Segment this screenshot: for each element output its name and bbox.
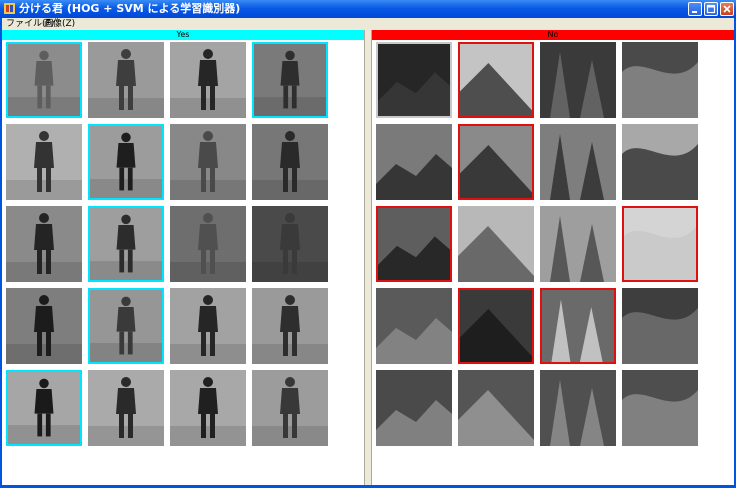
yes-thumbnail[interactable] [252,206,328,282]
yes-thumbnail[interactable] [252,370,328,446]
pedestrian-image [170,288,246,364]
pedestrian-image [170,206,246,282]
background-image [540,370,616,446]
no-thumbnail[interactable] [622,124,698,200]
no-thumbnail[interactable] [458,42,534,118]
no-thumbnail[interactable] [458,288,534,364]
pedestrian-image [252,206,328,282]
no-thumbnail[interactable] [622,42,698,118]
no-header: No [372,30,734,40]
maximize-icon [706,4,716,14]
yes-thumbnail[interactable] [252,124,328,200]
pedestrian-image [88,42,164,118]
background-image [376,370,452,446]
pedestrian-image [90,208,162,280]
yes-thumbnail[interactable] [6,124,82,200]
yes-thumbnail[interactable] [6,206,82,282]
no-thumbnail[interactable] [376,124,452,200]
no-thumbnail[interactable] [376,370,452,446]
background-image [376,288,452,364]
app-icon [4,3,15,14]
background-image [542,290,614,362]
pedestrian-image [88,370,164,446]
yes-thumbnail[interactable] [88,124,164,200]
background-image [458,370,534,446]
yes-thumbnail[interactable] [252,42,328,118]
minimize-icon [692,11,697,13]
pedestrian-image [8,372,80,444]
background-image [376,124,452,200]
pedestrian-image [254,44,326,116]
no-thumbnail[interactable] [540,370,616,446]
no-thumbnail[interactable] [376,42,452,118]
no-thumbnail[interactable] [622,206,698,282]
close-button[interactable] [720,2,734,16]
no-thumbnail[interactable] [376,206,452,282]
app-window: 分ける君 (HOG + SVM による学習識別器) ファイル(F) 画像(Z) … [0,0,736,488]
background-image [460,290,532,362]
no-thumbnail[interactable] [458,206,534,282]
pedestrian-image [90,290,162,362]
yes-thumbnail[interactable] [170,288,246,364]
background-image [622,288,698,364]
minimize-button[interactable] [688,2,702,16]
menu-bar: ファイル(F) 画像(Z) [2,18,734,30]
no-panel: No [372,30,734,485]
no-thumbnail[interactable] [540,42,616,118]
close-icon [723,5,731,13]
background-image [458,206,534,282]
no-thumbnail[interactable] [458,370,534,446]
no-thumbnail[interactable] [376,288,452,364]
yes-thumbnail[interactable] [170,42,246,118]
background-image [540,42,616,118]
title-bar[interactable]: 分ける君 (HOG + SVM による学習識別器) [0,0,736,18]
no-thumbnail[interactable] [540,288,616,364]
yes-thumbnail[interactable] [170,370,246,446]
panel-splitter[interactable] [364,30,372,485]
pedestrian-image [252,370,328,446]
yes-thumbnail[interactable] [170,124,246,200]
no-thumbnail[interactable] [622,370,698,446]
yes-thumbnail[interactable] [88,370,164,446]
yes-thumbnail[interactable] [6,42,82,118]
yes-header: Yes [2,30,364,40]
pedestrian-image [252,288,328,364]
pedestrian-image [170,124,246,200]
yes-thumbnail[interactable] [88,42,164,118]
yes-thumbnail[interactable] [170,206,246,282]
yes-panel: Yes [2,30,364,485]
yes-thumbnail[interactable] [252,288,328,364]
background-image [378,44,450,116]
yes-thumbnail[interactable] [88,288,164,364]
client-area: Yes No [2,30,734,485]
pedestrian-image [170,370,246,446]
pedestrian-image [252,124,328,200]
maximize-button[interactable] [704,2,718,16]
background-image [460,44,532,116]
no-thumbnail[interactable] [622,288,698,364]
background-image [622,370,698,446]
pedestrian-image [6,124,82,200]
background-image [540,124,616,200]
background-image [540,206,616,282]
pedestrian-image [6,206,82,282]
no-thumbnail[interactable] [540,206,616,282]
background-image [622,124,698,200]
yes-thumbnail[interactable] [88,206,164,282]
background-image [624,208,696,280]
background-image [622,42,698,118]
pedestrian-image [170,42,246,118]
no-thumbnail[interactable] [540,124,616,200]
pedestrian-image [8,44,80,116]
background-image [378,208,450,280]
yes-thumbnail[interactable] [6,288,82,364]
window-title: 分ける君 (HOG + SVM による学習識別器) [19,2,241,15]
yes-thumbnail[interactable] [6,370,82,446]
menu-image[interactable]: 画像(Z) [44,18,75,30]
background-image [460,126,532,198]
pedestrian-image [90,126,162,198]
pedestrian-image [6,288,82,364]
no-thumbnail[interactable] [458,124,534,200]
